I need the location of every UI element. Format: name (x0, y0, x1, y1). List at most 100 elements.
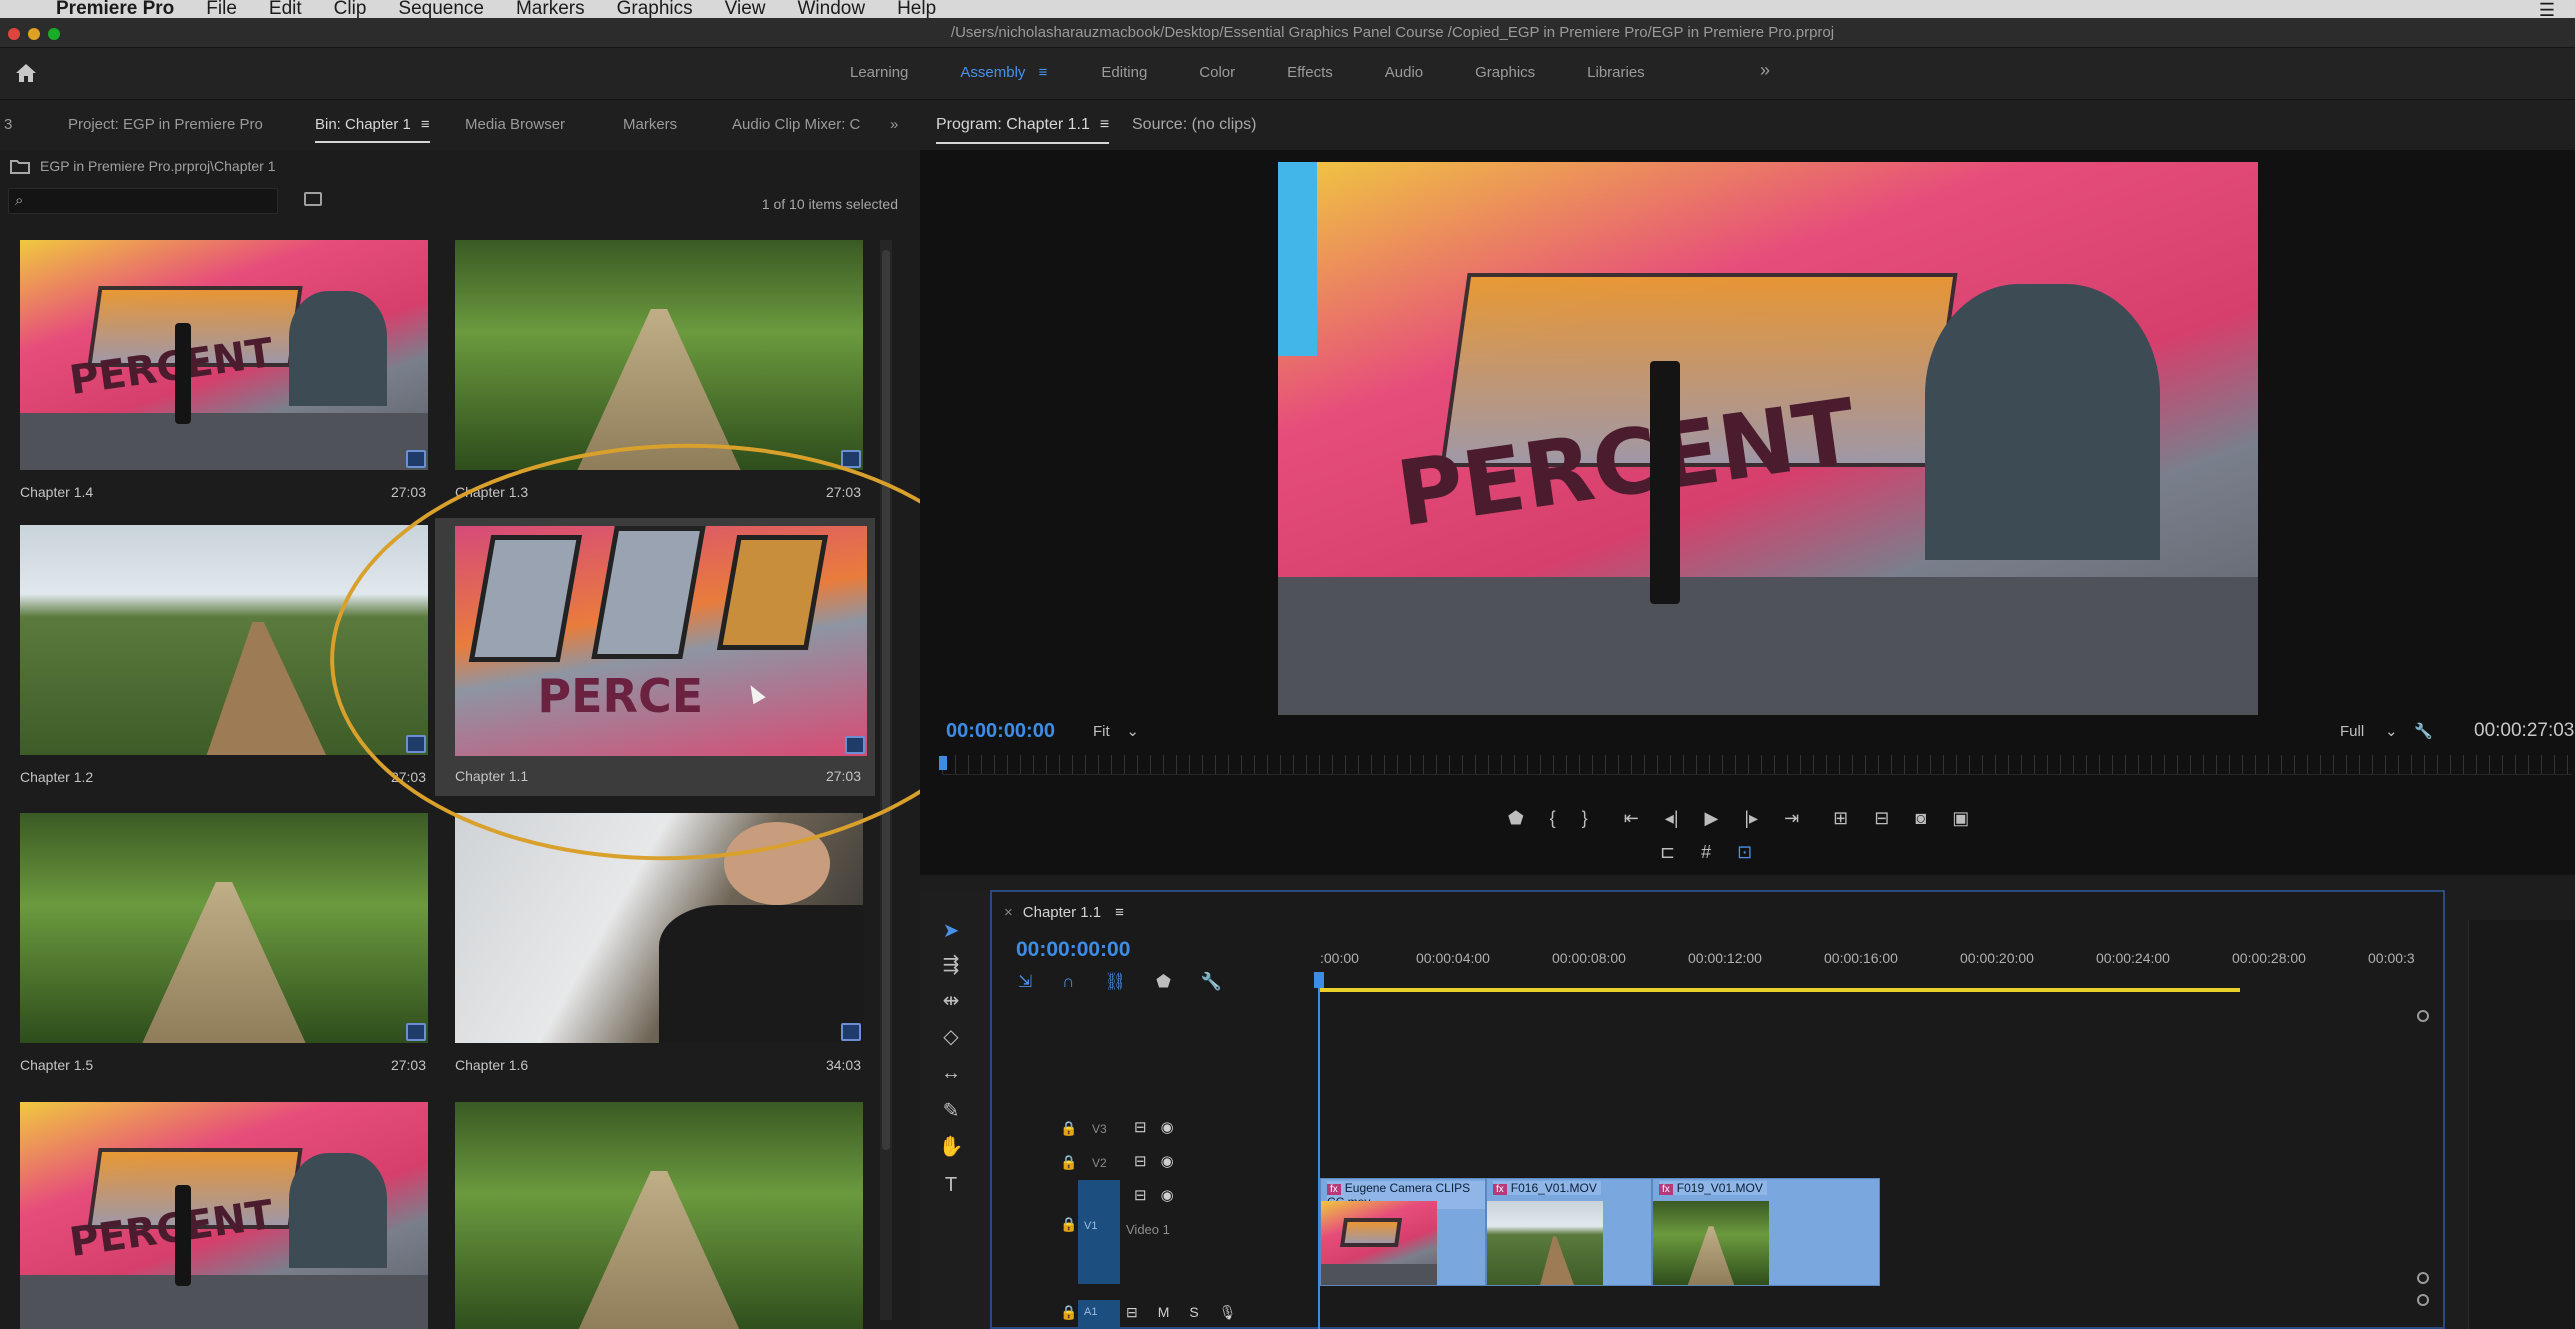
monitor-time-ruler[interactable] (942, 755, 2572, 775)
apple-icon[interactable] (14, 0, 34, 18)
menu-sequence[interactable]: Sequence (398, 0, 484, 20)
bin-scrollbar[interactable] (880, 240, 892, 1320)
clip-thumbnail-chapter-1-2[interactable]: Chapter 1.2 27:03 (0, 525, 440, 810)
linked-selection-icon[interactable]: ⛓ (1104, 972, 1126, 992)
lock-icon[interactable]: 🔒 (1060, 1154, 1077, 1171)
solo-button[interactable]: S (1189, 1304, 1198, 1321)
clip-thumbnail-chapter-1-4[interactable]: PERCENT Chapter 1.4 27:03 (0, 240, 440, 525)
more-tabs-icon[interactable]: » (890, 116, 898, 133)
lock-icon[interactable]: 🔒 (1060, 1216, 1077, 1233)
scroll-knob[interactable] (2417, 1294, 2429, 1306)
playhead-timecode[interactable]: 00:00:00:00 (946, 720, 1055, 743)
play-icon[interactable]: ▶ (1705, 808, 1719, 829)
tab-number[interactable]: 3 (4, 116, 12, 133)
type-tool-icon[interactable]: T (938, 1172, 964, 1198)
clip-thumbnail-chapter-1-1[interactable]: PERCE Chapter 1.1 27:03 (435, 518, 875, 796)
step-forward-icon[interactable]: |▸ (1744, 808, 1758, 829)
lock-icon[interactable]: 🔒 (1060, 1120, 1077, 1137)
nest-icon[interactable]: ⇲ (1018, 972, 1032, 992)
zoom-level-select[interactable]: Fit ⌄ (1093, 722, 1139, 740)
tab-menu-icon[interactable]: ≡ (1100, 116, 1109, 133)
scroll-knob[interactable] (2417, 1272, 2429, 1284)
clip-thumbnail-chapter-1-5[interactable]: Chapter 1.5 27:03 (0, 813, 440, 1098)
ripple-edit-tool-icon[interactable]: ⇹ (938, 988, 964, 1014)
sync-lock-icon[interactable]: ⊟ (1126, 1304, 1138, 1321)
razor-tool-icon[interactable]: ◇ (938, 1024, 964, 1050)
timeline-vertical-scroll[interactable] (2415, 1010, 2433, 1310)
bin-scroll-thumb[interactable] (882, 250, 890, 1150)
compare-view-icon[interactable]: ▣ (1952, 808, 1969, 829)
microphone-icon[interactable]: 🎙 (1219, 1304, 1237, 1321)
menu-app-name[interactable]: Premiere Pro (56, 0, 174, 20)
timeline-timecode[interactable]: 00:00:00:00 (1016, 938, 1130, 962)
tab-menu-icon[interactable]: ≡ (1115, 904, 1124, 921)
close-tab-icon[interactable]: × (1004, 904, 1013, 921)
step-back-icon[interactable]: ◂| (1665, 808, 1679, 829)
timeline-playhead[interactable] (1314, 972, 1324, 1329)
home-icon[interactable] (14, 62, 38, 84)
sync-lock-icon[interactable]: ⊟ (1134, 1118, 1147, 1136)
add-marker-icon[interactable]: ⬟ (1508, 808, 1524, 829)
scroll-knob[interactable] (2417, 1010, 2429, 1022)
clip-thumbnail-chapter-1-6[interactable]: Chapter 1.6 34:03 (435, 813, 875, 1098)
workspace-assembly[interactable]: Assembly ≡ (960, 64, 1047, 81)
wrench-icon[interactable]: 🔧 (2414, 723, 2433, 740)
menu-help[interactable]: Help (897, 0, 936, 20)
insert-icon[interactable]: ⊞ (1833, 808, 1848, 829)
mark-in-icon[interactable]: { (1550, 808, 1556, 829)
sync-lock-icon[interactable]: ⊟ (1134, 1186, 1147, 1204)
tab-audio-clip-mixer[interactable]: Audio Clip Mixer: C (732, 116, 860, 133)
clip-thumbnail-row4-left[interactable]: PERCENT (0, 1102, 440, 1329)
workspace-learning[interactable]: Learning (850, 64, 908, 81)
workspace-effects[interactable]: Effects (1287, 64, 1333, 81)
folder-up-icon[interactable] (10, 158, 30, 174)
monitor-playhead[interactable] (939, 756, 947, 770)
safe-margins-icon[interactable]: ⊏ (1660, 842, 1675, 863)
clip-thumbnail-chapter-1-3[interactable]: Chapter 1.3 27:03 (435, 240, 875, 525)
snap-icon[interactable]: ∩ (1062, 972, 1074, 992)
add-marker-icon[interactable]: ⬟ (1156, 972, 1171, 992)
workspace-editing[interactable]: Editing (1101, 64, 1147, 81)
menu-graphics[interactable]: Graphics (617, 0, 693, 20)
mark-out-icon[interactable]: } (1582, 808, 1588, 829)
tab-project[interactable]: Project: EGP in Premiere Pro (68, 116, 263, 133)
eye-icon[interactable]: ◉ (1161, 1152, 1174, 1170)
workspace-audio[interactable]: Audio (1385, 64, 1423, 81)
sync-lock-icon[interactable]: ⊟ (1134, 1152, 1147, 1170)
eye-icon[interactable]: ◉ (1161, 1186, 1174, 1204)
slip-tool-icon[interactable]: ↔ (938, 1060, 964, 1086)
overwrite-icon[interactable]: ⊟ (1874, 808, 1889, 829)
go-to-in-icon[interactable]: ⇤ (1624, 808, 1639, 829)
track-select-tool-icon[interactable]: ⇶ (938, 952, 964, 978)
eye-icon[interactable]: ◉ (1161, 1118, 1174, 1136)
timeline-ruler[interactable]: :00:00 00:00:04:00 00:00:08:00 00:00:12:… (1320, 950, 2440, 990)
go-to-out-icon[interactable]: ⇥ (1784, 808, 1799, 829)
tab-menu-icon[interactable]: ≡ (421, 116, 430, 133)
workspace-menu-icon[interactable]: ≡ (1039, 64, 1048, 81)
hand-tool-icon[interactable]: ✋ (938, 1134, 964, 1160)
timeline-clip[interactable]: fx F016_V01.MOV (1486, 1178, 1652, 1286)
workspace-graphics[interactable]: Graphics (1475, 64, 1535, 81)
tab-markers[interactable]: Markers (623, 116, 677, 133)
timeline-clip[interactable]: fxEugene Camera CLIPS CC.mov (1320, 1178, 1486, 1286)
workspace-libraries[interactable]: Libraries (1587, 64, 1645, 81)
track-name[interactable]: V2 (1092, 1156, 1107, 1170)
menu-view[interactable]: View (725, 0, 766, 20)
export-frame-icon[interactable]: ◙ (1915, 808, 1926, 829)
new-bin-icon[interactable] (304, 192, 322, 206)
menu-markers[interactable]: Markers (516, 0, 585, 20)
menu-clip[interactable]: Clip (334, 0, 367, 20)
tab-source[interactable]: Source: (no clips) (1132, 116, 1257, 134)
selection-tool-icon[interactable]: ➤ (938, 918, 964, 944)
menu-file[interactable]: File (206, 0, 237, 20)
menu-window[interactable]: Window (797, 0, 865, 20)
multicam-icon[interactable]: ⊡ (1737, 842, 1752, 863)
mute-button[interactable]: M (1158, 1304, 1170, 1321)
timeline-settings-wrench-icon[interactable]: 🔧 (1201, 972, 1222, 992)
playback-resolution-select[interactable]: Full ⌄ 🔧 (2340, 722, 2433, 740)
tab-media-browser[interactable]: Media Browser (465, 116, 565, 133)
timeline-clip[interactable]: fx F019_V01.MOV (1652, 1178, 1880, 1286)
work-area-bar[interactable] (1320, 988, 2240, 992)
pen-tool-icon[interactable]: ✎ (938, 1098, 964, 1124)
track-name[interactable]: V3 (1092, 1122, 1107, 1136)
